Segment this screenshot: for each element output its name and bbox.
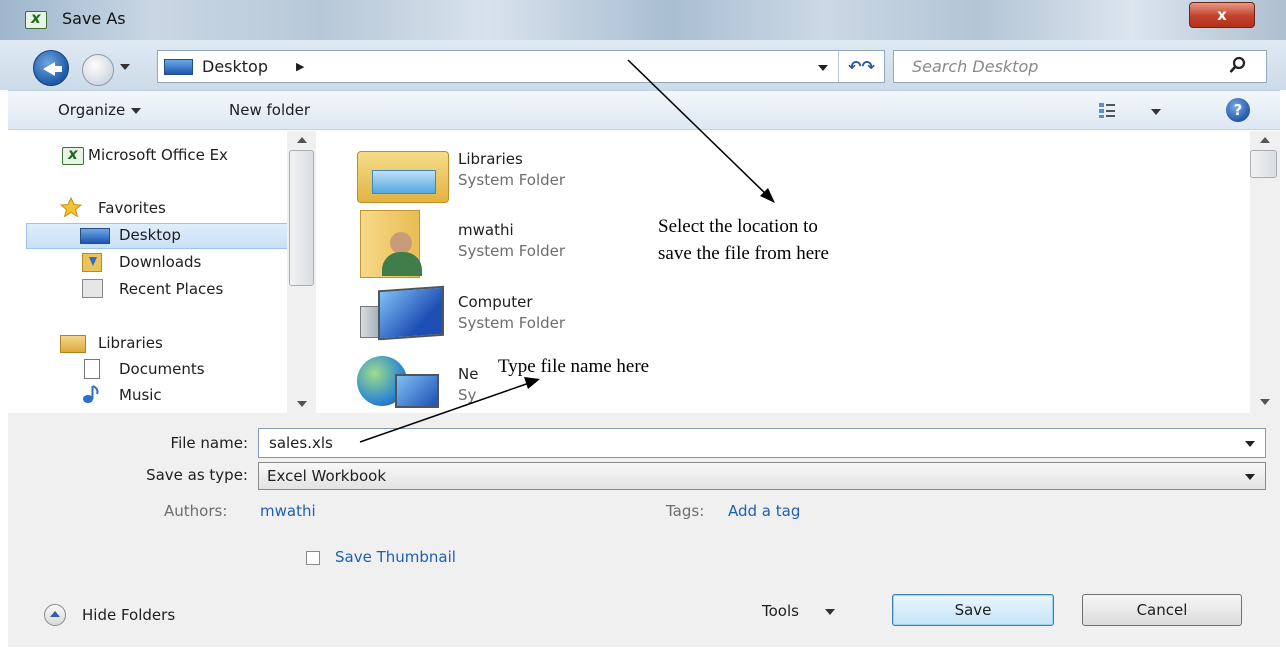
address-bar[interactable]: Desktop ▶	[157, 50, 885, 83]
chevron-down-icon[interactable]	[1245, 441, 1255, 447]
recent-pages-dropdown-icon[interactable]	[120, 64, 130, 70]
music-icon	[83, 385, 99, 403]
hide-folders-label[interactable]: Hide Folders	[82, 606, 175, 624]
desktop-icon	[164, 59, 193, 75]
item-type: System Folder	[458, 171, 566, 189]
change-view-icon[interactable]	[1098, 101, 1116, 119]
item-type: System Folder	[458, 314, 566, 332]
tags-label: Tags:	[666, 502, 705, 520]
new-folder-button[interactable]: New folder	[229, 101, 310, 119]
scroll-up-icon[interactable]	[1260, 137, 1270, 143]
help-icon[interactable]: ?	[1226, 98, 1250, 122]
refresh-button[interactable]: ↶↷	[838, 51, 884, 82]
file-name-field[interactable]: sales.xls	[258, 428, 1266, 458]
excel-icon	[25, 9, 47, 29]
chevron-up-icon	[50, 611, 60, 617]
list-item[interactable]	[360, 210, 438, 278]
recent-places-icon	[82, 279, 103, 298]
scroll-down-icon[interactable]	[297, 401, 307, 407]
location-annotation: Select the location to save the file fro…	[638, 210, 926, 280]
item-name: Ne	[458, 365, 479, 383]
nav-item-label: Downloads	[119, 253, 202, 271]
save-thumbnail-label[interactable]: Save Thumbnail	[335, 548, 456, 566]
organize-label: Organize	[58, 101, 126, 119]
hide-folders-toggle[interactable]	[44, 604, 66, 626]
search-input[interactable]: Search Desktop	[893, 50, 1267, 83]
tools-menu[interactable]: Tools	[762, 602, 835, 620]
cancel-button[interactable]: Cancel	[1082, 594, 1242, 626]
forward-button[interactable]	[82, 54, 114, 86]
desktop-icon	[80, 228, 110, 244]
close-button[interactable]: x	[1189, 2, 1255, 28]
search-icon[interactable]	[1229, 56, 1247, 74]
save-thumbnail-checkbox[interactable]	[306, 551, 320, 565]
back-button[interactable]	[33, 50, 69, 86]
list-item[interactable]	[357, 354, 439, 410]
chevron-down-icon[interactable]	[1245, 474, 1255, 480]
title-bar: Save As x	[0, 0, 1286, 40]
list-item[interactable]	[357, 141, 449, 203]
authors-value[interactable]: mwathi	[260, 502, 316, 520]
save-button[interactable]: Save	[892, 594, 1054, 626]
file-list-scroll-thumb[interactable]	[1250, 150, 1277, 178]
nav-item-label: Favorites	[98, 199, 166, 217]
address-location[interactable]: Desktop	[202, 57, 268, 76]
libraries-folder-icon	[357, 151, 449, 203]
view-dropdown-icon[interactable]	[1151, 109, 1161, 115]
excel-icon	[62, 145, 84, 165]
annotation-line: Select the location to	[658, 216, 818, 237]
list-item[interactable]	[360, 285, 444, 342]
nav-item-label: Microsoft Office Ex	[88, 146, 228, 164]
file-name-label: File name:	[170, 434, 248, 452]
save-type-value: Excel Workbook	[267, 467, 387, 485]
annotation-line: save the file from here	[658, 243, 829, 264]
nav-item-label: Recent Places	[119, 280, 224, 298]
tags-value[interactable]: Add a tag	[728, 502, 800, 520]
filename-annotation: Type file name here	[478, 345, 746, 401]
tools-label: Tools	[762, 602, 799, 620]
item-name: mwathi	[458, 221, 514, 239]
scroll-up-icon[interactable]	[297, 137, 307, 143]
libraries-icon	[60, 335, 86, 353]
nav-item-label: Libraries	[98, 334, 163, 352]
organize-menu[interactable]: Organize	[58, 101, 142, 119]
downloads-icon	[82, 253, 102, 272]
document-icon	[84, 359, 100, 379]
window-title: Save As	[62, 9, 126, 28]
item-type: System Folder	[458, 242, 566, 260]
file-name-value[interactable]: sales.xls	[269, 434, 333, 452]
breadcrumb-arrow-icon[interactable]: ▶	[296, 60, 304, 73]
save-type-label: Save as type:	[146, 466, 248, 484]
chevron-down-icon	[131, 107, 142, 114]
nav-item-label: Desktop	[119, 226, 181, 244]
address-dropdown-icon[interactable]	[818, 65, 828, 71]
nav-scroll-thumb[interactable]	[289, 150, 314, 286]
scroll-down-icon[interactable]	[1260, 399, 1270, 405]
command-bar: Organize New folder ?	[8, 90, 1280, 130]
nav-item-label: Documents	[119, 360, 205, 378]
search-placeholder: Search Desktop	[912, 57, 1039, 76]
item-name: Libraries	[458, 150, 523, 168]
authors-label: Authors:	[164, 502, 228, 520]
item-name: Computer	[458, 293, 533, 311]
star-icon	[60, 197, 82, 217]
chevron-down-icon	[824, 608, 835, 615]
nav-item-label: Music	[119, 386, 162, 404]
save-type-select[interactable]: Excel Workbook	[258, 462, 1266, 490]
item-type: Sy	[458, 386, 477, 404]
